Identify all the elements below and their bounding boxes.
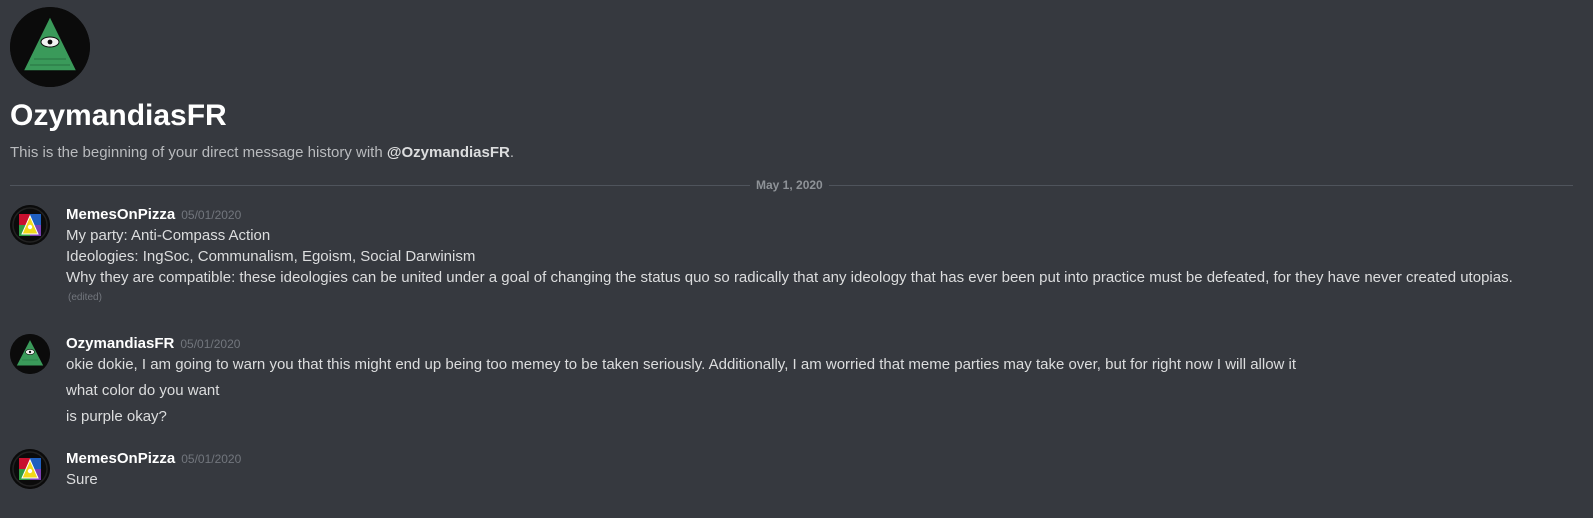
eye-pyramid-icon [10,334,50,374]
message-body: MemesOnPizza 05/01/2020 Sure [66,449,1566,490]
message-text: Why they are compatible: these ideologie… [66,269,1513,286]
message-text: what color do you want [66,382,220,399]
avatar[interactable] [10,449,50,489]
dm-header: OzymandiasFR This is the beginning of yo… [10,7,1570,163]
message-text: My party: Anti-Compass Action [66,227,271,244]
dm-intro-mention[interactable]: @OzymandiasFR [387,144,510,161]
timestamp[interactable]: 05/01/2020 [181,452,241,466]
timestamp[interactable]: 05/01/2020 [181,208,241,222]
dm-intro-suffix: . [509,144,515,161]
eye-pyramid-icon [10,7,90,87]
message-text: Ideologies: IngSoc, Communalism, Egoism,… [66,248,476,265]
dm-title: OzymandiasFR [10,99,227,132]
political-compass-emblem-icon [10,449,50,489]
avatar[interactable] [10,205,50,245]
edited-label: (edited) [68,292,102,303]
dm-intro-prefix: This is the beginning of your direct mes… [10,144,387,161]
timestamp[interactable]: 05/01/2020 [180,337,240,351]
username[interactable]: MemesOnPizza [66,450,175,467]
message-body: OzymandiasFR 05/01/2020 okie dokie, I am … [66,334,1566,427]
message-text: Sure [66,471,98,488]
message-header: MemesOnPizza 05/01/2020 [66,449,1566,469]
message-text: okie dokie, I am going to warn you that … [66,356,1297,373]
username[interactable]: MemesOnPizza [66,206,175,223]
dm-avatar[interactable] [10,7,90,87]
message-header: OzymandiasFR 05/01/2020 [66,334,1566,354]
message-body: MemesOnPizza 05/01/2020 My party: Anti-Co… [66,205,1566,306]
political-compass-emblem-icon [10,205,50,245]
dm-intro-text: This is the beginning of your direct mes… [10,143,1570,163]
date-divider-label: May 1, 2020 [750,177,829,193]
username[interactable]: OzymandiasFR [66,335,174,352]
avatar[interactable] [10,334,50,374]
message-header: MemesOnPizza 05/01/2020 [66,205,1566,225]
message-text: is purple okay? [66,408,167,425]
